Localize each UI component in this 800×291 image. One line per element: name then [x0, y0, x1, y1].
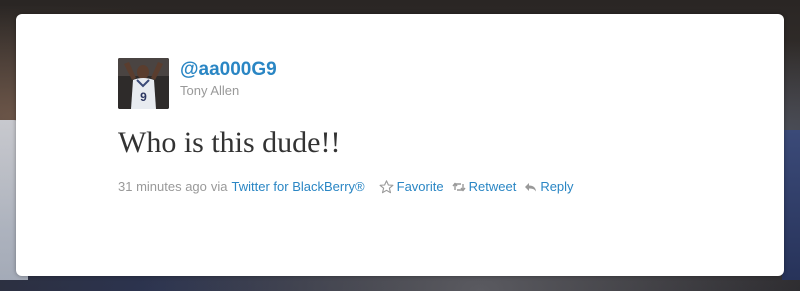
- tweet-header: 9 @aa000G9 Tony Allen: [118, 58, 277, 109]
- reply-button[interactable]: Reply: [524, 179, 574, 194]
- screen-name-link[interactable]: @aa000G9: [180, 59, 277, 81]
- avatar-photo: 9: [118, 58, 169, 109]
- retweet-label: Retweet: [468, 179, 517, 194]
- retweet-arrows-icon: [452, 181, 466, 193]
- via-label: via: [210, 179, 228, 194]
- avatar[interactable]: 9: [118, 58, 169, 109]
- timestamp-link[interactable]: 31 minutes ago: [118, 179, 207, 194]
- favorite-button[interactable]: Favorite: [379, 179, 444, 194]
- full-name: Tony Allen: [180, 83, 240, 98]
- tweet-text: Who is this dude!!: [118, 126, 341, 159]
- source-link[interactable]: Twitter for BlackBerry®: [232, 179, 365, 194]
- star-outline-icon: [379, 179, 394, 194]
- retweet-button[interactable]: Retweet: [452, 179, 517, 194]
- background-jersey-right: [782, 130, 800, 280]
- user-names: @aa000G9 Tony Allen: [180, 59, 277, 99]
- reply-label: Reply: [540, 179, 574, 194]
- tweet-card: 9 @aa000G9 Tony Allen Who is this dude!!…: [16, 14, 784, 276]
- avatar-jersey-number: 9: [140, 90, 147, 104]
- favorite-label: Favorite: [396, 179, 444, 194]
- reply-arrow-icon: [524, 181, 537, 193]
- tweet-meta: 31 minutes ago via Twitter for BlackBerr…: [118, 179, 574, 194]
